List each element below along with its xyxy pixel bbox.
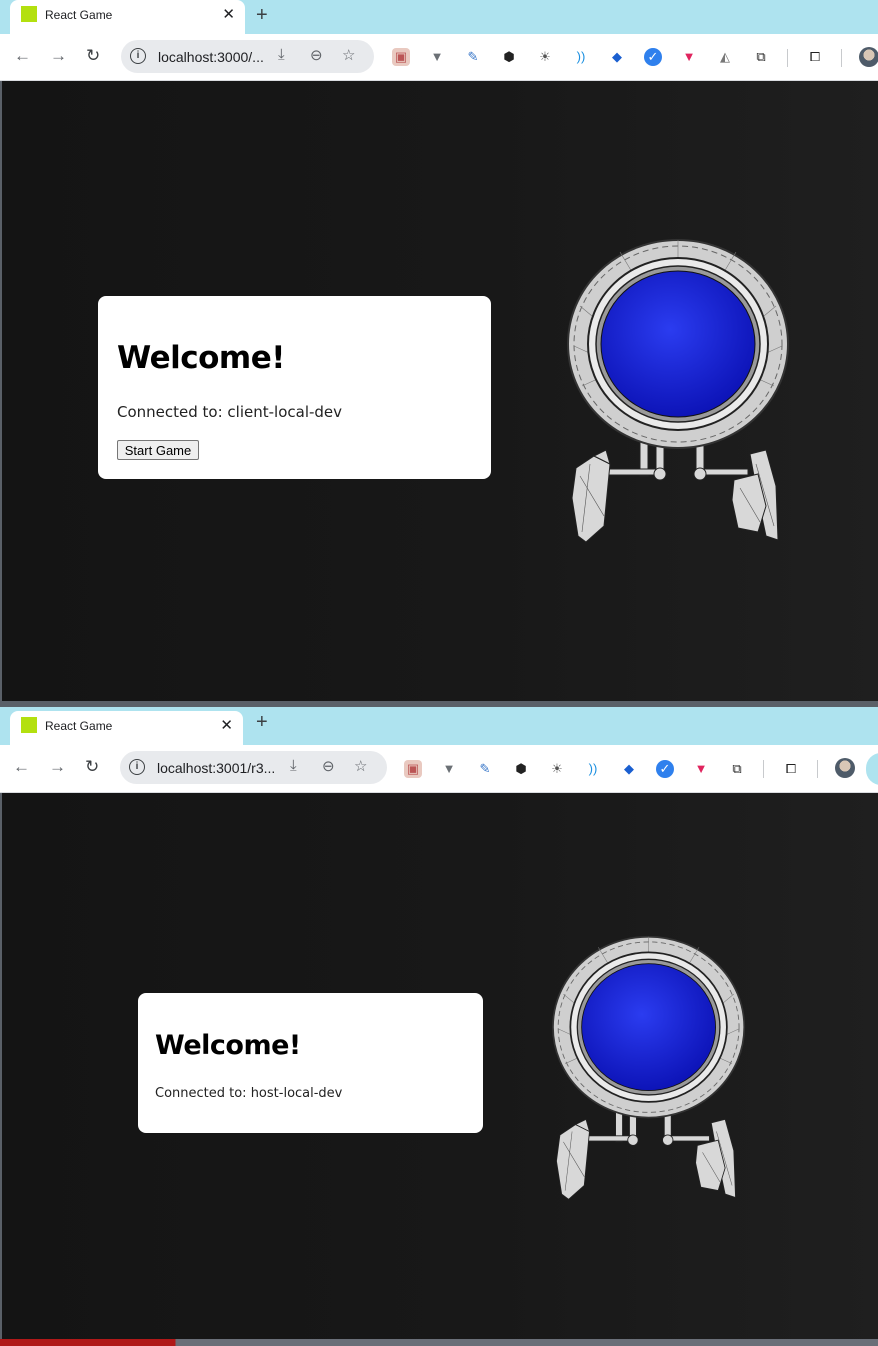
feather-icon[interactable]: ✎	[464, 48, 482, 66]
favicon-icon	[21, 6, 37, 22]
profile-avatar[interactable]	[835, 758, 855, 778]
welcome-heading: Welcome!	[155, 1030, 301, 1061]
toolbar-separator	[763, 760, 764, 778]
favicon-icon	[21, 717, 37, 733]
welcome-card: Welcome! Connected to: host-local-dev	[138, 993, 483, 1133]
close-tab-icon[interactable]: ✕	[220, 716, 233, 734]
zoom-icon[interactable]: ⊖	[322, 757, 335, 775]
welcome-card: Welcome! Connected to: client-local-dev …	[98, 296, 491, 479]
puzzle-icon[interactable]: ⧉	[752, 48, 770, 66]
gem-icon[interactable]: ▼	[692, 760, 710, 778]
reading-list-icon[interactable]: ⧠	[782, 760, 800, 778]
diamond-icon[interactable]: ◆	[608, 48, 626, 66]
tab-react-game[interactable]: React Game ✕	[10, 711, 243, 745]
bookmark-star-icon[interactable]: ☆	[354, 757, 367, 775]
game-viewport[interactable]: Welcome! Connected to: host-local-dev	[2, 793, 878, 1339]
address-bar[interactable]: i localhost:3001/r3... ⤓ ⊖ ☆	[120, 751, 387, 784]
v-icon[interactable]: ▼	[440, 760, 458, 778]
new-tab-button[interactable]: +	[256, 4, 268, 27]
toolbar-separator	[787, 49, 788, 67]
wave-icon[interactable]: ))	[584, 760, 602, 778]
tab-react-game[interactable]: React Game ✕	[10, 0, 245, 34]
diamond-icon[interactable]: ◆	[620, 760, 638, 778]
sun-icon[interactable]: ☀	[536, 48, 554, 66]
forward-icon[interactable]: →	[50, 46, 67, 66]
install-app-icon[interactable]: ⤓	[278, 46, 285, 63]
puzzle-icon[interactable]: ⧉	[728, 760, 746, 778]
close-tab-icon[interactable]: ✕	[222, 5, 235, 23]
back-icon[interactable]: ←	[13, 757, 30, 777]
game-viewport[interactable]: Welcome! Connected to: client-local-dev …	[2, 81, 878, 701]
v-icon[interactable]: ▼	[428, 48, 446, 66]
url-text[interactable]: localhost:3001/r3...	[157, 760, 275, 776]
url-text[interactable]: localhost:3000/...	[158, 49, 264, 65]
start-game-button[interactable]: Start Game	[117, 440, 199, 460]
site-info-icon[interactable]: i	[130, 48, 146, 64]
tab-strip: React Game ✕ +	[0, 707, 878, 745]
site-info-icon[interactable]: i	[129, 759, 145, 775]
zoom-icon[interactable]: ⊖	[310, 46, 323, 64]
cube-icon[interactable]: ⬢	[512, 760, 530, 778]
tab-title: React Game	[45, 719, 113, 733]
sun-icon[interactable]: ☀	[548, 760, 566, 778]
install-app-icon[interactable]: ⤓	[290, 757, 297, 774]
tab-title: React Game	[45, 8, 113, 22]
profile-badge[interactable]	[866, 753, 878, 785]
bookmark-star-icon[interactable]: ☆	[342, 46, 355, 64]
browser-toolbar: ← → ↻ i localhost:3000/... ⤓ ⊖ ☆ ▣ ▼ ✎ ⬢…	[0, 34, 878, 81]
feather-icon[interactable]: ✎	[476, 760, 494, 778]
toolbar-separator	[817, 760, 818, 778]
check-icon[interactable]: ✓	[656, 760, 674, 778]
pictures-icon[interactable]: ▣	[404, 760, 422, 778]
triangle-icon[interactable]: ◭	[716, 48, 734, 66]
new-tab-button[interactable]: +	[256, 711, 268, 734]
cube-icon[interactable]: ⬢	[500, 48, 518, 66]
browser-window-client: React Game ✕ + ← → ↻ i localhost:3000/..…	[0, 0, 878, 702]
check-icon[interactable]: ✓	[644, 48, 662, 66]
reload-icon[interactable]: ↻	[85, 757, 99, 777]
connection-status: Connected to: host-local-dev	[155, 1086, 343, 1101]
address-bar[interactable]: i localhost:3000/... ⤓ ⊖ ☆	[121, 40, 374, 73]
connection-status: Connected to: client-local-dev	[117, 403, 343, 421]
back-icon[interactable]: ←	[14, 46, 31, 66]
pictures-icon[interactable]: ▣	[392, 48, 410, 66]
browser-window-host: React Game ✕ + ← → ↻ i localhost:3001/r3…	[0, 707, 878, 1339]
reading-list-icon[interactable]: ⧠	[806, 48, 824, 66]
forward-icon[interactable]: →	[49, 757, 66, 777]
browser-toolbar: ← → ↻ i localhost:3001/r3... ⤓ ⊖ ☆ ▣ ▼ ✎…	[0, 745, 878, 793]
desktop-background-strip	[0, 1339, 878, 1346]
reload-icon[interactable]: ↻	[86, 46, 100, 66]
gem-icon[interactable]: ▼	[680, 48, 698, 66]
tab-strip: React Game ✕ +	[0, 0, 878, 34]
wave-icon[interactable]: ))	[572, 48, 590, 66]
toolbar-separator	[841, 49, 842, 67]
robot-model	[552, 935, 746, 1200]
profile-avatar[interactable]	[859, 47, 878, 67]
welcome-heading: Welcome!	[117, 340, 285, 376]
robot-model	[567, 239, 789, 543]
